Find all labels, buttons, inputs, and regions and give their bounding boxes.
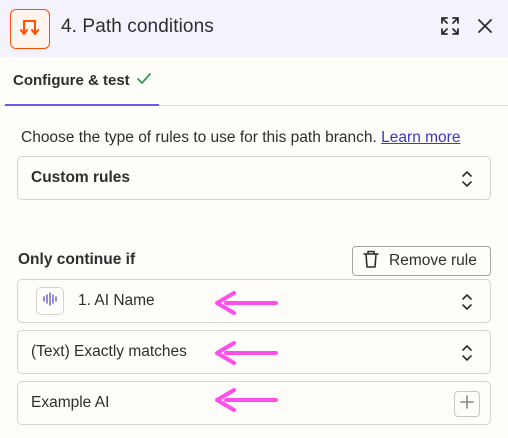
learn-more-link[interactable]: Learn more bbox=[381, 129, 460, 146]
operator-label: (Text) Exactly matches bbox=[31, 343, 187, 360]
rule-type-value: Custom rules bbox=[31, 169, 131, 186]
plus-icon bbox=[460, 394, 474, 414]
annotation-arrow bbox=[215, 291, 278, 315]
description-text: Choose the type of rules to use for this… bbox=[21, 129, 377, 146]
field-label: 1. AI Name bbox=[78, 292, 155, 309]
path-split-icon bbox=[10, 9, 50, 49]
rule-type-description: Choose the type of rules to use for this… bbox=[21, 129, 460, 147]
close-icon bbox=[478, 18, 492, 38]
audio-waveform-icon bbox=[42, 291, 58, 311]
chevron-up-down-icon bbox=[461, 293, 473, 316]
annotation-arrow bbox=[215, 341, 278, 365]
tab-configure-test[interactable]: Configure & test bbox=[5, 57, 159, 106]
rule-type-select[interactable]: Custom rules bbox=[17, 156, 491, 200]
annotation-arrow bbox=[215, 388, 278, 412]
tab-bar: Configure & test bbox=[0, 57, 508, 106]
checkmark-icon bbox=[136, 72, 151, 89]
close-button[interactable] bbox=[472, 15, 498, 41]
expand-icon bbox=[440, 16, 460, 41]
remove-rule-button[interactable]: Remove rule bbox=[352, 246, 491, 276]
step-header: 4. Path conditions bbox=[0, 0, 508, 57]
app-icon bbox=[36, 287, 64, 315]
trash-icon bbox=[363, 250, 379, 273]
condition-heading: Only continue if bbox=[18, 251, 136, 268]
tab-label: Configure & test bbox=[13, 72, 130, 89]
remove-rule-label: Remove rule bbox=[389, 252, 477, 269]
expand-button[interactable] bbox=[437, 15, 463, 41]
value-text: Example AI bbox=[31, 394, 110, 411]
chevron-up-down-icon bbox=[461, 170, 473, 193]
page-title: 4. Path conditions bbox=[61, 16, 214, 37]
chevron-up-down-icon bbox=[461, 344, 473, 367]
insert-data-button[interactable] bbox=[454, 391, 480, 417]
